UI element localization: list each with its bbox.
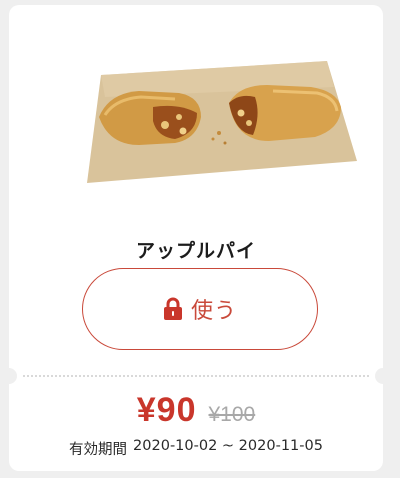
price-row: ¥90 ¥100	[9, 391, 383, 430]
original-price: ¥100	[208, 403, 256, 426]
coupon-card: アップルパイ 使う ¥90 ¥100 有効期間 2020-10-02 ~ 202…	[9, 5, 383, 471]
apple-pie-image	[87, 61, 357, 183]
product-name: アップルパイ	[135, 240, 256, 262]
use-coupon-label: 使う	[190, 299, 237, 324]
ticket-notch-left	[9, 368, 17, 384]
use-coupon-button[interactable]: 使う	[82, 268, 318, 350]
validity-label: 有効期間	[69, 442, 128, 458]
ticket-notch-right	[375, 368, 383, 384]
lock-icon	[163, 297, 182, 320]
coupon-price: ¥90	[136, 391, 197, 429]
validity-period: 有効期間 2020-10-02 ~ 2020-11-05	[9, 438, 383, 459]
perforation-divider	[23, 375, 369, 377]
validity-range: 2020-10-02 ~ 2020-11-05	[133, 438, 323, 454]
